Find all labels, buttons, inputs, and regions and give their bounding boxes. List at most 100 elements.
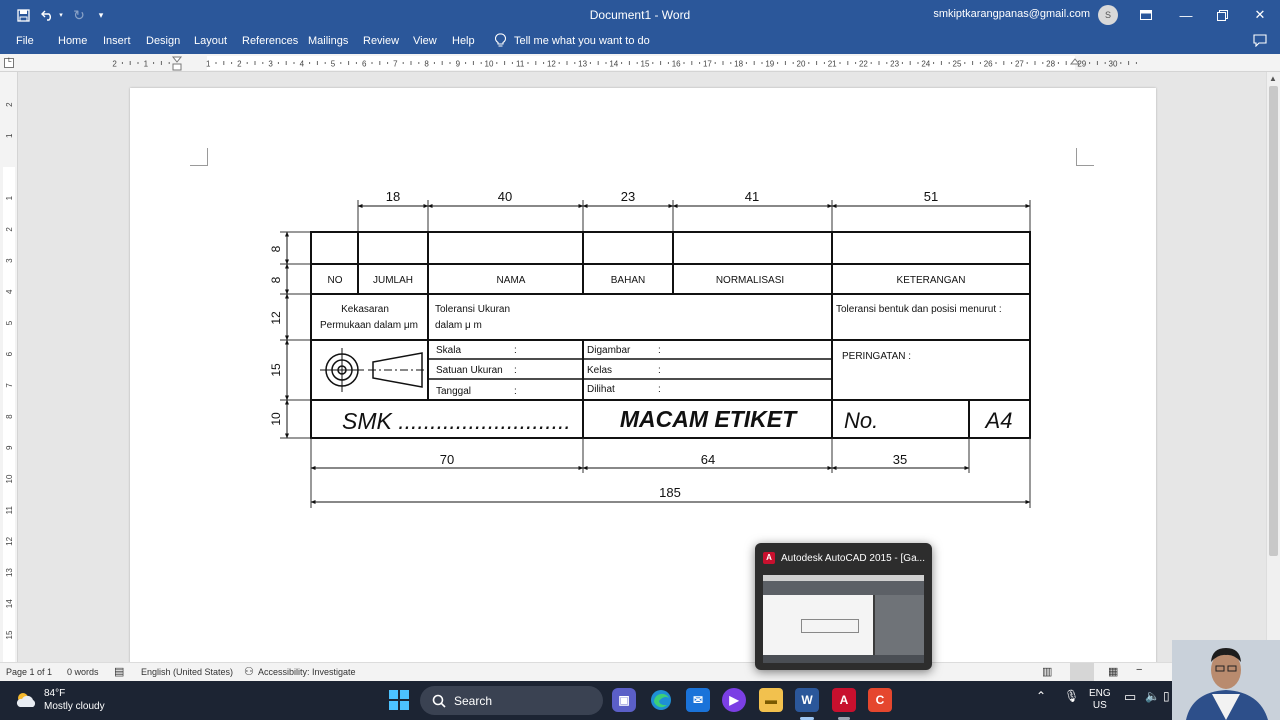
- taskbar-search[interactable]: Search: [420, 686, 603, 715]
- ruler-label: 10: [5, 474, 14, 483]
- file-explorer-icon[interactable]: ▬: [759, 688, 783, 712]
- page-count[interactable]: Page 1 of 1: [6, 667, 52, 677]
- satuan-label: Satuan Ukuran: [436, 365, 503, 376]
- battery-icon[interactable]: ▯: [1163, 689, 1170, 703]
- cloud-icon: [16, 693, 36, 707]
- dilihat-label: Dilihat: [587, 384, 615, 395]
- kekasaran-label: Kekasaran: [341, 304, 389, 315]
- ruler-label: 12: [5, 536, 14, 545]
- ruler-label: 23: [890, 60, 899, 69]
- skala-colon: :: [514, 345, 517, 356]
- ruler-label: 21: [828, 60, 837, 69]
- dim-label-top: 40: [498, 189, 512, 204]
- ribbon-display-icon[interactable]: [1126, 0, 1166, 30]
- tell-me-label: Tell me what you want to do: [514, 34, 650, 47]
- word-icon[interactable]: W: [795, 688, 819, 712]
- toleransi-bentuk-label: Toleransi bentuk dan posisi menurut :: [836, 304, 1002, 315]
- ruler-label: 4: [300, 60, 305, 69]
- header-nama: NAMA: [497, 275, 526, 286]
- microphone-icon[interactable]: 🎙: [1064, 689, 1079, 703]
- tab-home[interactable]: Home: [58, 35, 87, 47]
- ruler-label: 19: [765, 60, 774, 69]
- tanggal-colon: :: [514, 386, 517, 397]
- ruler-label: 24: [921, 60, 930, 69]
- web-layout-icon[interactable]: ▦: [1108, 665, 1118, 678]
- ruler-label: 2: [112, 60, 117, 69]
- ruler-label: 11: [5, 506, 14, 515]
- language-indicator[interactable]: ENG US: [1089, 688, 1111, 712]
- tab-references[interactable]: References: [242, 35, 298, 47]
- zoom-out-icon[interactable]: −: [1136, 664, 1142, 676]
- teams-icon[interactable]: ▣: [612, 688, 636, 712]
- accessibility-icon: ⚇: [244, 666, 254, 678]
- number-label: No.: [844, 408, 878, 433]
- taskbar: 84°F Mostly cloudy Search ▣ ✉ ▶ ▬ W A C …: [0, 681, 1280, 720]
- account-email[interactable]: smkiptkarangpanas@gmail.com: [933, 8, 1090, 20]
- dim-label-side: 8: [269, 276, 283, 283]
- tab-design[interactable]: Design: [146, 35, 180, 47]
- vertical-ruler[interactable]: 2 1 1 2 3 4 5 6 7 8 9 10 11 12 13 14 15: [0, 72, 18, 662]
- digambar-colon: :: [658, 345, 661, 356]
- close-icon[interactable]: ✕: [1240, 0, 1280, 30]
- tab-mailings[interactable]: Mailings: [308, 35, 348, 47]
- accessibility-status[interactable]: Accessibility: Investigate: [258, 667, 356, 677]
- chevron-up-icon[interactable]: ⌃: [1036, 689, 1046, 703]
- ruler-label: 16: [672, 60, 681, 69]
- lightbulb-icon: [495, 33, 506, 47]
- dim-label-top: 51: [924, 189, 938, 204]
- tab-view[interactable]: View: [413, 35, 437, 47]
- minimize-icon[interactable]: —: [1166, 0, 1206, 30]
- dim-label-top: 18: [386, 189, 400, 204]
- page[interactable]: 18 40 23 41 51 8 8 12 15 10 NO JUMLAH NA…: [130, 88, 1156, 662]
- read-mode-icon[interactable]: ▥: [1042, 665, 1052, 678]
- language-code: ENG: [1089, 688, 1111, 699]
- smk-label: SMK ...........................: [342, 408, 571, 434]
- edge-icon[interactable]: [649, 688, 673, 712]
- ruler-label: 6: [5, 351, 14, 356]
- ruler-label: 9: [5, 445, 14, 450]
- tab-review[interactable]: Review: [363, 35, 399, 47]
- comments-icon[interactable]: [1253, 34, 1267, 50]
- proofing-icon[interactable]: ▤: [114, 665, 124, 678]
- autocad-icon[interactable]: A: [832, 688, 856, 712]
- tab-insert[interactable]: Insert: [103, 35, 131, 47]
- permukaan-label: Permukaan dalam μm: [320, 320, 418, 331]
- network-icon[interactable]: ▭: [1124, 689, 1136, 705]
- tab-layout[interactable]: Layout: [194, 35, 227, 47]
- horizontal-ruler[interactable]: 2 1 1 2 3 4 5 6 7 8 9 10 11 12 13 14 15 16 17 18 19 20 21 22 23 2…: [0, 54, 1280, 72]
- restore-icon[interactable]: [1202, 0, 1242, 30]
- word-count[interactable]: 0 words: [67, 667, 99, 677]
- language-status[interactable]: English (United States): [141, 667, 233, 677]
- tab-file[interactable]: File: [16, 35, 34, 47]
- scroll-thumb[interactable]: [1269, 86, 1278, 556]
- dim-label-bottom: 70: [440, 452, 454, 467]
- camtasia-icon[interactable]: C: [868, 688, 892, 712]
- scroll-up-icon[interactable]: ▲: [1269, 74, 1277, 83]
- ruler-label: 15: [641, 60, 650, 69]
- ruler-label: 15: [5, 630, 14, 639]
- volume-icon[interactable]: 🔈: [1145, 689, 1160, 703]
- webcam-overlay: [1172, 640, 1280, 720]
- ruler-label: 17: [703, 60, 712, 69]
- macam-etiket-label: MACAM ETIKET: [620, 406, 798, 432]
- tab-selector-icon[interactable]: └: [4, 58, 14, 68]
- weather-widget[interactable]: 84°F Mostly cloudy: [14, 687, 105, 713]
- ruler-label: 2: [5, 227, 14, 232]
- print-layout-icon[interactable]: [1070, 663, 1094, 681]
- document-area[interactable]: 18 40 23 41 51 8 8 12 15 10 NO JUMLAH NA…: [18, 72, 1266, 662]
- tab-help[interactable]: Help: [452, 35, 475, 47]
- kelas-colon: :: [658, 365, 661, 376]
- ruler-label: 9: [456, 60, 461, 69]
- avatar[interactable]: S: [1098, 5, 1118, 25]
- start-icon[interactable]: [389, 690, 409, 715]
- tell-me-box[interactable]: Tell me what you want to do: [495, 33, 650, 48]
- ruler-label: 11: [516, 60, 525, 69]
- ruler-label: 7: [5, 383, 14, 388]
- mail-icon[interactable]: ✉: [686, 688, 710, 712]
- clipchamp-icon[interactable]: ▶: [722, 688, 746, 712]
- title-bar: ▾ ↻ ▾ Document1 - Word smkiptkarangpanas…: [0, 0, 1280, 30]
- dim-label-bottom: 64: [701, 452, 715, 467]
- ruler-label: 22: [859, 60, 868, 69]
- vertical-scrollbar[interactable]: ▲ ▼: [1266, 72, 1280, 662]
- autocad-preview[interactable]: A Autodesk AutoCAD 2015 - [Ga...: [755, 543, 932, 670]
